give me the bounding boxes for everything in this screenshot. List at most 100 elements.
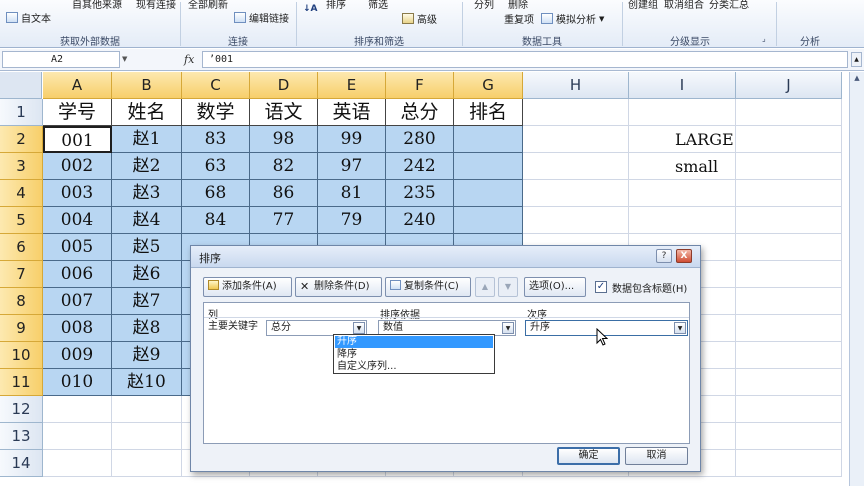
column-header-D[interactable]: D bbox=[250, 72, 318, 99]
table-cell[interactable]: 赵2 bbox=[112, 153, 182, 180]
chevron-down-icon[interactable]: ▼ bbox=[674, 322, 686, 334]
row-header-2[interactable]: 2 bbox=[0, 126, 43, 153]
group-button[interactable]: 创建组 bbox=[628, 0, 658, 11]
help-button[interactable]: ? bbox=[656, 249, 672, 263]
table-cell[interactable] bbox=[454, 153, 523, 180]
table-cell[interactable]: 005 bbox=[43, 234, 112, 261]
cell[interactable] bbox=[629, 99, 736, 126]
table-cell[interactable]: 赵3 bbox=[112, 180, 182, 207]
chevron-down-icon[interactable]: ▼ bbox=[353, 322, 365, 334]
column-header-B[interactable]: B bbox=[112, 72, 182, 99]
cell[interactable] bbox=[43, 450, 112, 477]
row-header-4[interactable]: 4 bbox=[0, 180, 43, 207]
column-header-G[interactable]: G bbox=[454, 72, 523, 99]
order-option-descending[interactable]: 降序 bbox=[335, 349, 493, 361]
formula-input[interactable]: ’001 bbox=[202, 51, 848, 68]
table-cell[interactable]: 242 bbox=[386, 153, 454, 180]
table-cell[interactable]: 63 bbox=[182, 153, 250, 180]
table-cell[interactable]: 81 bbox=[318, 180, 386, 207]
table-cell[interactable]: 赵7 bbox=[112, 288, 182, 315]
scroll-up-icon[interactable]: ▲ bbox=[852, 74, 862, 86]
row-header-12[interactable]: 12 bbox=[0, 396, 43, 423]
existing-connections-button[interactable]: 现有连接 bbox=[136, 0, 176, 11]
table-cell[interactable]: 99 bbox=[318, 126, 386, 153]
row-header-14[interactable]: 14 bbox=[0, 450, 43, 477]
cell[interactable] bbox=[736, 369, 842, 396]
cell[interactable] bbox=[523, 126, 629, 153]
insert-function-icon[interactable]: fx bbox=[184, 53, 194, 66]
table-cell[interactable]: 83 bbox=[182, 126, 250, 153]
column-header-I[interactable]: I bbox=[629, 72, 736, 99]
row-header-7[interactable]: 7 bbox=[0, 261, 43, 288]
column-header-A[interactable]: A bbox=[43, 72, 112, 99]
table-cell[interactable]: 003 bbox=[43, 180, 112, 207]
delete-level-button[interactable]: ✕ 删除条件(D) bbox=[295, 277, 382, 297]
move-down-button[interactable]: ▼ bbox=[498, 277, 518, 297]
column-header-C[interactable]: C bbox=[182, 72, 250, 99]
cell[interactable] bbox=[523, 153, 629, 180]
table-cell[interactable]: 002 bbox=[43, 153, 112, 180]
remove-duplicates-button[interactable]: 删除 bbox=[508, 0, 528, 11]
cell[interactable] bbox=[736, 207, 842, 234]
table-cell[interactable]: 82 bbox=[250, 153, 318, 180]
row-header-6[interactable]: 6 bbox=[0, 234, 43, 261]
name-box-dropdown-icon[interactable]: ▼ bbox=[122, 55, 127, 63]
cell[interactable] bbox=[112, 450, 182, 477]
table-cell[interactable]: 009 bbox=[43, 342, 112, 369]
vertical-scrollbar[interactable]: ▲ bbox=[849, 72, 864, 486]
cell[interactable] bbox=[736, 180, 842, 207]
table-header-cell[interactable]: 总分 bbox=[386, 99, 454, 126]
cell[interactable] bbox=[736, 234, 842, 261]
table-cell[interactable]: 007 bbox=[43, 288, 112, 315]
table-cell[interactable]: 86 bbox=[250, 180, 318, 207]
table-cell[interactable]: 赵8 bbox=[112, 315, 182, 342]
cell[interactable] bbox=[629, 207, 736, 234]
column-header-F[interactable]: F bbox=[386, 72, 454, 99]
copy-level-button[interactable]: 复制条件(C) bbox=[385, 277, 471, 297]
table-cell[interactable]: 280 bbox=[386, 126, 454, 153]
order-option-ascending[interactable]: 升序 bbox=[335, 336, 493, 348]
from-text-button[interactable]: 自文本 bbox=[6, 10, 51, 25]
table-cell[interactable]: 004 bbox=[43, 207, 112, 234]
options-button[interactable]: 选项(O)... bbox=[524, 277, 586, 297]
advanced-filter-button[interactable]: 高级 bbox=[402, 11, 437, 26]
row-header-8[interactable]: 8 bbox=[0, 288, 43, 315]
table-cell[interactable]: 84 bbox=[182, 207, 250, 234]
chevron-down-icon[interactable]: ▼ bbox=[502, 322, 514, 334]
filter-button[interactable]: 筛选 bbox=[368, 0, 388, 11]
cancel-button[interactable]: 取消 bbox=[625, 447, 688, 465]
table-cell[interactable]: 240 bbox=[386, 207, 454, 234]
what-if-analysis-button[interactable]: 模拟分析 ▼ bbox=[541, 11, 604, 26]
cell[interactable] bbox=[112, 423, 182, 450]
cell[interactable] bbox=[523, 99, 629, 126]
select-all-corner[interactable] bbox=[0, 72, 42, 99]
table-cell[interactable]: 001 bbox=[43, 126, 112, 153]
outline-dialog-launcher-icon[interactable]: ⌟ bbox=[762, 34, 766, 43]
cell[interactable] bbox=[43, 396, 112, 423]
table-cell[interactable]: 010 bbox=[43, 369, 112, 396]
formula-bar-expand-icon[interactable]: ▲ bbox=[851, 52, 862, 67]
cell[interactable] bbox=[629, 180, 736, 207]
row-header-5[interactable]: 5 bbox=[0, 207, 43, 234]
column-header-J[interactable]: J bbox=[736, 72, 842, 99]
table-cell[interactable] bbox=[454, 126, 523, 153]
order-option-custom-list[interactable]: 自定义序列... bbox=[335, 361, 493, 373]
table-header-cell[interactable]: 数学 bbox=[182, 99, 250, 126]
cell[interactable] bbox=[736, 423, 842, 450]
ungroup-button[interactable]: 取消组合 bbox=[664, 0, 704, 11]
cell[interactable] bbox=[523, 207, 629, 234]
row-header-10[interactable]: 10 bbox=[0, 342, 43, 369]
cell[interactable] bbox=[523, 180, 629, 207]
from-other-sources-button[interactable]: 自其他来源 bbox=[72, 0, 122, 11]
row-header-9[interactable]: 9 bbox=[0, 315, 43, 342]
table-header-cell[interactable]: 学号 bbox=[43, 99, 112, 126]
table-cell[interactable]: 008 bbox=[43, 315, 112, 342]
cell[interactable] bbox=[43, 423, 112, 450]
close-button[interactable]: X bbox=[676, 249, 692, 263]
sort-az-button[interactable]: ↓A bbox=[303, 4, 318, 15]
table-cell[interactable]: 68 bbox=[182, 180, 250, 207]
cell[interactable] bbox=[112, 396, 182, 423]
table-cell[interactable]: 赵9 bbox=[112, 342, 182, 369]
table-cell[interactable]: 006 bbox=[43, 261, 112, 288]
subtotal-button[interactable]: 分类汇总 bbox=[709, 0, 749, 11]
